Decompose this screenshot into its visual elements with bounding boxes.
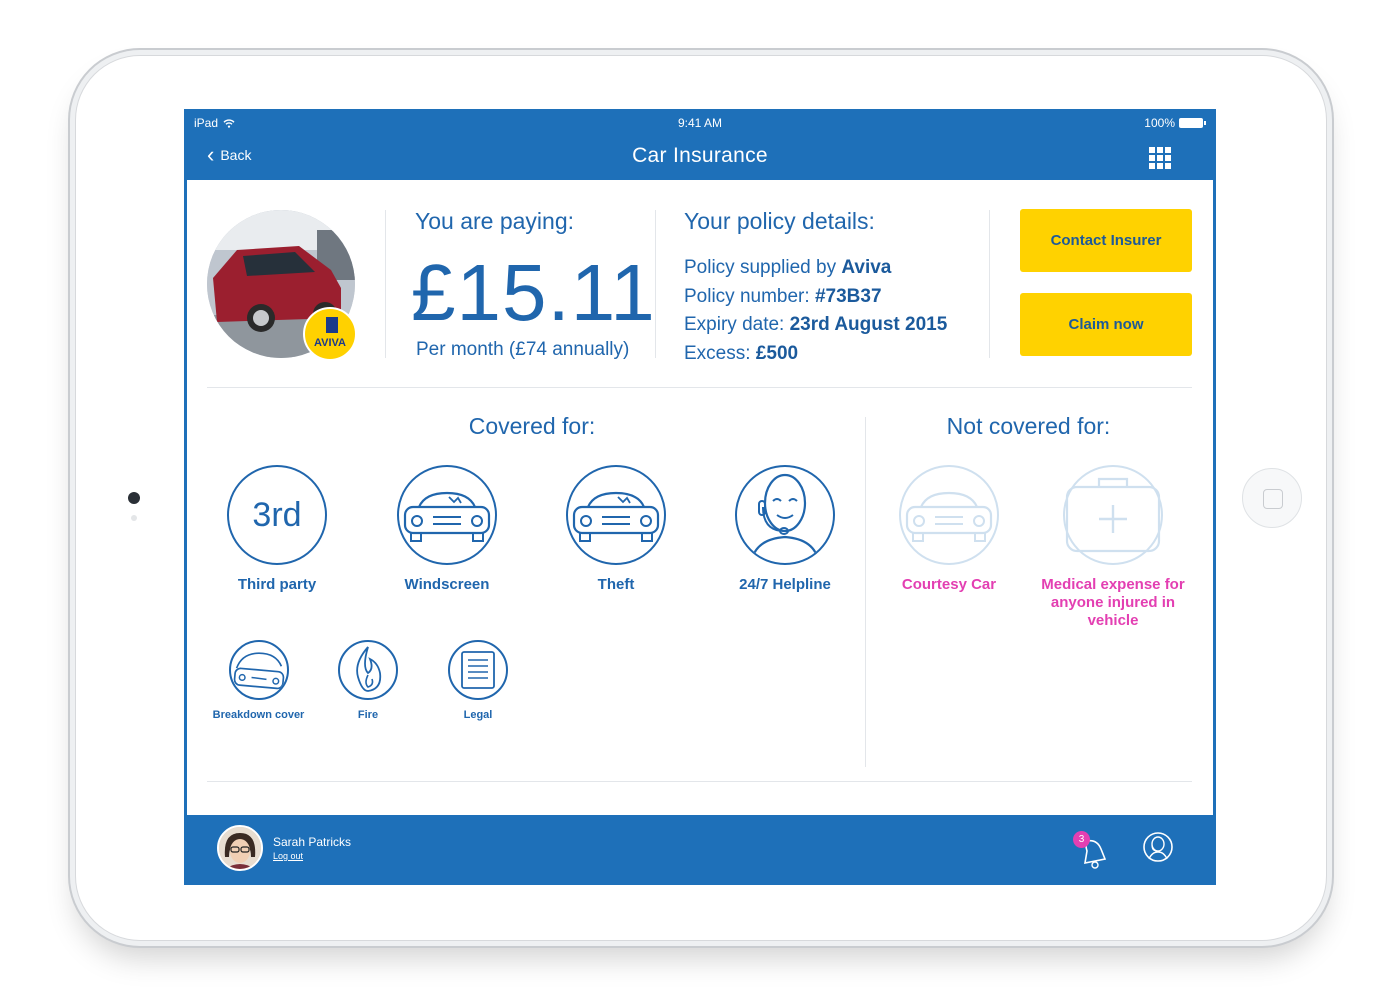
not-cover-courtesy-car[interactable]: Courtesy Car xyxy=(879,465,1019,594)
policy-details: Policy supplied by Aviva Policy number: … xyxy=(684,254,947,368)
cover-theft[interactable]: Theft xyxy=(546,465,686,593)
policy-summary: AVIVA You are paying: £15.11 Per month (… xyxy=(187,180,1213,388)
policy-supplier: Policy supplied by Aviva xyxy=(684,257,892,278)
cover-helpline[interactable]: 24/7 Helpline xyxy=(715,465,855,593)
covered-title: Covered for: xyxy=(468,413,596,439)
annual-note: Per month (£74 annually) xyxy=(416,339,630,360)
user-name: Sarah Patricks xyxy=(273,835,352,849)
support-button[interactable] xyxy=(1142,831,1174,863)
cover-breakdown[interactable]: Breakdown cover xyxy=(207,640,310,721)
medical-kit-icon xyxy=(1063,465,1163,565)
screen: iPad 9:41 AM 100% ‹ Back Car Insurance A… xyxy=(184,109,1216,885)
nav-bar: ‹ Back Car Insurance xyxy=(187,134,1213,180)
third-party-icon: 3rd xyxy=(227,465,327,565)
footer-bar: Sarah Patricks Log out 3 xyxy=(187,815,1213,882)
divider xyxy=(207,781,1192,782)
apps-grid-icon[interactable] xyxy=(1149,147,1171,169)
legal-document-icon xyxy=(448,640,508,700)
cover-label: 24/7 Helpline xyxy=(739,576,831,593)
avatar[interactable] xyxy=(217,825,263,871)
notification-count-badge: 3 xyxy=(1073,831,1090,848)
light-sensor xyxy=(131,515,137,521)
contact-insurer-button[interactable]: Contact Insurer xyxy=(1020,209,1192,272)
not-cover-label: Courtesy Car xyxy=(901,576,997,593)
car-windscreen-icon xyxy=(397,465,497,565)
car-theft-icon xyxy=(566,465,666,565)
cover-label: Fire xyxy=(357,709,379,721)
cover-label: Third party xyxy=(237,576,317,593)
cover-fire[interactable]: Fire xyxy=(327,640,409,721)
cover-label: Breakdown cover xyxy=(212,709,305,721)
policy-heading: Your policy details: xyxy=(684,208,875,234)
courtesy-car-icon xyxy=(899,465,999,565)
not-covered-title: Not covered for: xyxy=(946,413,1111,439)
helpline-agent-icon xyxy=(735,465,835,565)
cover-label: Legal xyxy=(463,709,493,721)
paying-label: You are paying: xyxy=(415,208,575,234)
cover-third-party[interactable]: 3rd Third party xyxy=(207,465,347,593)
page-title: Car Insurance xyxy=(632,144,768,167)
logout-link[interactable]: Log out xyxy=(273,851,303,861)
not-cover-label: Medical expense for anyone injured in ve… xyxy=(1041,576,1185,629)
battery-icon xyxy=(1179,118,1206,128)
status-time: 9:41 AM xyxy=(677,116,723,130)
claim-now-button[interactable]: Claim now xyxy=(1020,293,1192,356)
cover-label: Windscreen xyxy=(404,576,490,593)
cover-windscreen[interactable]: Windscreen xyxy=(377,465,517,593)
fire-icon xyxy=(338,640,398,700)
policy-number: Policy number: #73B37 xyxy=(684,285,882,307)
not-cover-medical[interactable]: Medical expense for anyone injured in ve… xyxy=(1039,465,1187,630)
policy-excess: Excess: £500 xyxy=(684,342,799,364)
breakdown-car-icon xyxy=(228,640,289,700)
status-bar: iPad 9:41 AM 100% xyxy=(187,112,1213,134)
divider xyxy=(207,387,1192,388)
cover-label: Theft xyxy=(597,576,635,593)
support-agent-icon xyxy=(1143,832,1173,862)
front-camera xyxy=(128,492,140,504)
home-button[interactable] xyxy=(1242,468,1302,528)
aviva-logo: AVIVA xyxy=(303,307,357,361)
cover-legal[interactable]: Legal xyxy=(437,640,519,721)
monthly-amount: £15.11 xyxy=(411,248,656,337)
status-battery: 100% xyxy=(1144,116,1206,130)
policy-expiry: Expiry date: 23rd August 2015 xyxy=(684,314,948,335)
